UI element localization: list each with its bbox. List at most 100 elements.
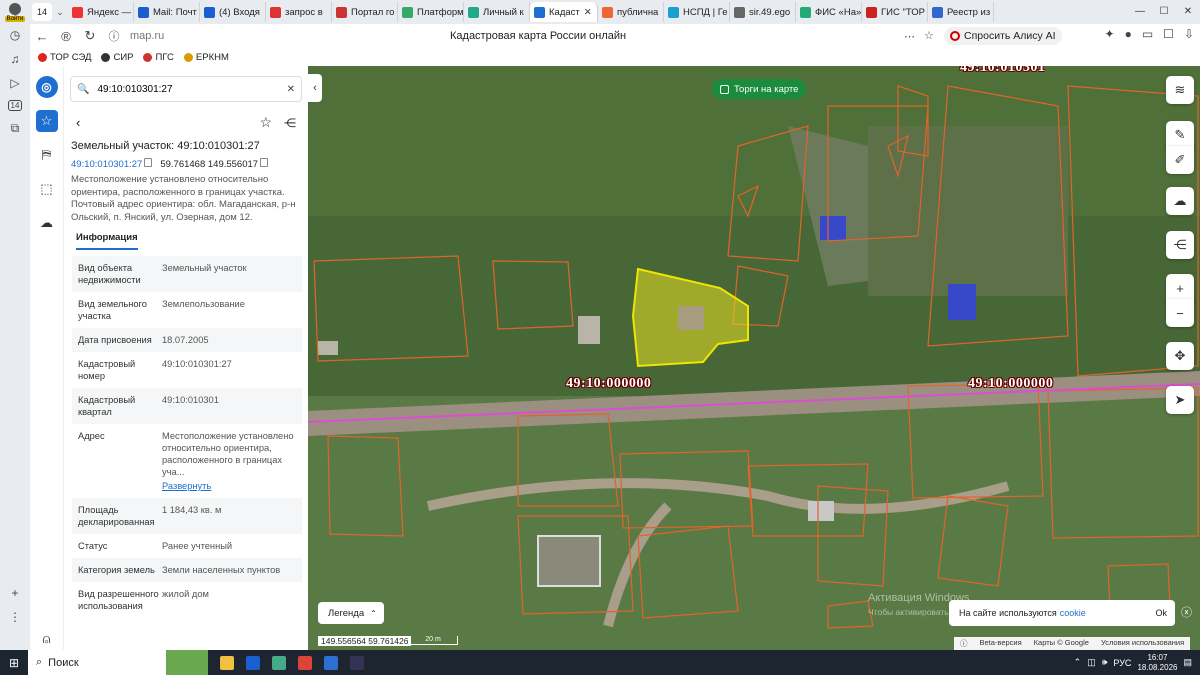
bookmark-star-icon[interactable]: ☆ bbox=[924, 29, 934, 42]
close-tab-icon[interactable]: ✕ bbox=[584, 7, 592, 18]
terms-link[interactable]: Условия использования bbox=[1101, 638, 1184, 649]
alisa-icon bbox=[950, 31, 960, 41]
user-icon[interactable]: ⍝ bbox=[36, 628, 58, 650]
music-icon[interactable]: ♫ bbox=[11, 52, 20, 66]
tab-label: Личный к bbox=[483, 6, 524, 18]
expand-address-link[interactable]: Развернуть bbox=[162, 480, 296, 492]
browser-tab[interactable]: Платформ bbox=[398, 2, 464, 22]
upload-cloud-icon[interactable]: ☁ bbox=[1166, 187, 1194, 215]
browser-tab[interactable]: Кадаст ✕ bbox=[530, 2, 598, 22]
cookie-close-icon[interactable]: ⓧ bbox=[1181, 604, 1192, 620]
play-icon[interactable]: ▷ bbox=[10, 76, 19, 90]
clock[interactable]: 16:07 18.08.2026 bbox=[1137, 653, 1177, 673]
clear-search-icon[interactable]: ✕ bbox=[287, 84, 295, 95]
search-box: 🔍 ✕ bbox=[70, 76, 302, 102]
favorites-star-icon[interactable]: ☆ bbox=[35, 110, 58, 132]
locate-icon[interactable]: ➤ bbox=[1166, 386, 1194, 414]
windows-start-icon[interactable]: ⊞ bbox=[0, 656, 28, 670]
volume-icon[interactable]: 🕪 bbox=[1102, 657, 1108, 668]
profile-avatar-icon[interactable]: ● bbox=[1125, 27, 1132, 41]
browser-tab[interactable]: ГИС "ТОР bbox=[862, 2, 928, 22]
tray-chevron-icon[interactable]: ⌃ bbox=[1074, 657, 1082, 668]
language-indicator[interactable]: РУС bbox=[1113, 658, 1131, 668]
browser-tab[interactable]: Личный к bbox=[464, 2, 530, 22]
cloud-icon[interactable]: ☁ bbox=[36, 212, 58, 234]
history-icon[interactable]: ◷ bbox=[10, 28, 20, 42]
sidebar-settings-icon[interactable]: ⋮ bbox=[9, 610, 21, 624]
yandex-logo-icon[interactable]: ® bbox=[54, 29, 78, 44]
address-bar[interactable]: map.ru bbox=[130, 30, 164, 42]
search-input[interactable] bbox=[97, 83, 278, 95]
browser-tab[interactable]: публична bbox=[598, 2, 664, 22]
back-arrow-icon[interactable]: ← bbox=[30, 29, 54, 44]
bookmark-label: ПГС bbox=[155, 51, 174, 63]
bookmark-item[interactable]: ПГС bbox=[143, 51, 174, 63]
taskbar-search[interactable]: ⌕ Поиск bbox=[28, 650, 208, 675]
info-icon[interactable]: ⓘ bbox=[960, 638, 968, 649]
browser-tab[interactable]: Яндекс — bbox=[68, 2, 134, 22]
alisa-button[interactable]: Спросить Алису AI bbox=[944, 27, 1062, 45]
taskbar-app-icon[interactable] bbox=[292, 650, 318, 675]
taskbar-app-icon[interactable] bbox=[240, 650, 266, 675]
map-share-icon[interactable]: ⋲ bbox=[1166, 231, 1194, 259]
collapse-panel-chevron-icon[interactable]: ‹ bbox=[308, 74, 322, 102]
copy-cad-icon[interactable] bbox=[144, 158, 153, 167]
browser-tab[interactable]: Mail: Почт bbox=[134, 2, 200, 22]
taskbar-app-icon[interactable] bbox=[266, 650, 292, 675]
cookie-link[interactable]: cookie bbox=[1060, 608, 1086, 618]
bookmark-item[interactable]: СИР bbox=[101, 52, 133, 63]
zoom-out-button[interactable]: − bbox=[1166, 299, 1194, 327]
bookmark-item[interactable]: ЕРКНМ bbox=[183, 52, 229, 63]
browser-tab[interactable]: Реестр из bbox=[928, 2, 994, 22]
calendar-badge[interactable]: 14 bbox=[7, 100, 23, 111]
copy-coords-icon[interactable] bbox=[260, 158, 269, 167]
share-icon[interactable]: ⋲ bbox=[284, 116, 296, 130]
extensions-icon[interactable]: ✦ bbox=[1105, 27, 1115, 41]
bookmark-item[interactable]: ТОР СЭД bbox=[38, 52, 91, 63]
pan-icon[interactable]: ✥ bbox=[1166, 342, 1194, 370]
taskbar-app-icon[interactable] bbox=[344, 650, 370, 675]
draw-pencil-icon[interactable]: ✎ bbox=[1166, 121, 1194, 149]
page-menu-icon[interactable]: ⋯ bbox=[904, 30, 915, 43]
tab-manager-icon[interactable]: ▭ bbox=[1142, 27, 1153, 41]
info-row: Кадастровый квартал 49:10:010301 bbox=[72, 388, 302, 424]
browser-tab[interactable]: sir.49.ego bbox=[730, 2, 796, 22]
browser-tab[interactable]: (4) Входя bbox=[200, 2, 266, 22]
tab-counter[interactable]: 14 bbox=[32, 3, 52, 21]
maximize-icon[interactable]: ☐ bbox=[1152, 0, 1176, 24]
taskbar-app-icon[interactable] bbox=[214, 650, 240, 675]
minimize-icon[interactable]: — bbox=[1128, 0, 1152, 24]
copy-icon[interactable]: ⧉ bbox=[11, 121, 20, 136]
back-chevron-icon[interactable]: ‹ bbox=[76, 115, 80, 130]
notifications-icon[interactable]: ▤ bbox=[1183, 657, 1192, 668]
legend-button[interactable]: Легенда ⌃ bbox=[318, 602, 384, 624]
add-icon[interactable]: + bbox=[11, 586, 18, 600]
browser-tab[interactable]: Портал го bbox=[332, 2, 398, 22]
weather-widget-icon[interactable] bbox=[166, 650, 208, 675]
layers-icon[interactable]: ≋ bbox=[1166, 76, 1194, 104]
routes-icon[interactable]: ⛿ bbox=[36, 144, 58, 166]
bookmarks-icon[interactable]: ☐ bbox=[1163, 27, 1174, 41]
auction-toggle[interactable]: Торги на карте bbox=[712, 79, 807, 99]
download-icon[interactable]: ⇩ bbox=[1184, 27, 1194, 41]
network-icon[interactable]: ◫ bbox=[1087, 657, 1096, 668]
reload-icon[interactable]: ↻ bbox=[78, 28, 102, 44]
favorite-star-icon[interactable]: ☆ bbox=[259, 114, 272, 131]
cookie-ok-button[interactable]: Ok bbox=[1155, 608, 1167, 618]
app-logo-icon[interactable]: ◎ bbox=[35, 76, 58, 98]
browser-tab[interactable]: запрос в bbox=[266, 2, 332, 22]
login-button[interactable]: Войти bbox=[0, 0, 30, 24]
edit-icon[interactable]: ✐ bbox=[1166, 146, 1194, 174]
zoom-in-button[interactable]: + bbox=[1166, 274, 1194, 302]
taskbar-app-icon[interactable] bbox=[318, 650, 344, 675]
browser-tab[interactable]: ФИС «На», bbox=[796, 2, 862, 22]
auction-checkbox[interactable] bbox=[720, 84, 729, 94]
browser-tab[interactable]: НСПД | Ге bbox=[664, 2, 730, 22]
close-icon[interactable]: ✕ bbox=[1176, 0, 1200, 24]
tab-information[interactable]: Информация bbox=[76, 232, 138, 250]
map-view[interactable]: Торги на карте 49:10:010301 49:10:000000… bbox=[308, 66, 1200, 650]
tab-favicon-icon bbox=[336, 6, 347, 18]
tab-list-chevron-icon[interactable]: ⌄ bbox=[52, 7, 68, 18]
select-area-icon[interactable]: ⬚ bbox=[36, 178, 58, 200]
cad-number-link[interactable]: 49:10:010301:27 bbox=[71, 159, 142, 170]
